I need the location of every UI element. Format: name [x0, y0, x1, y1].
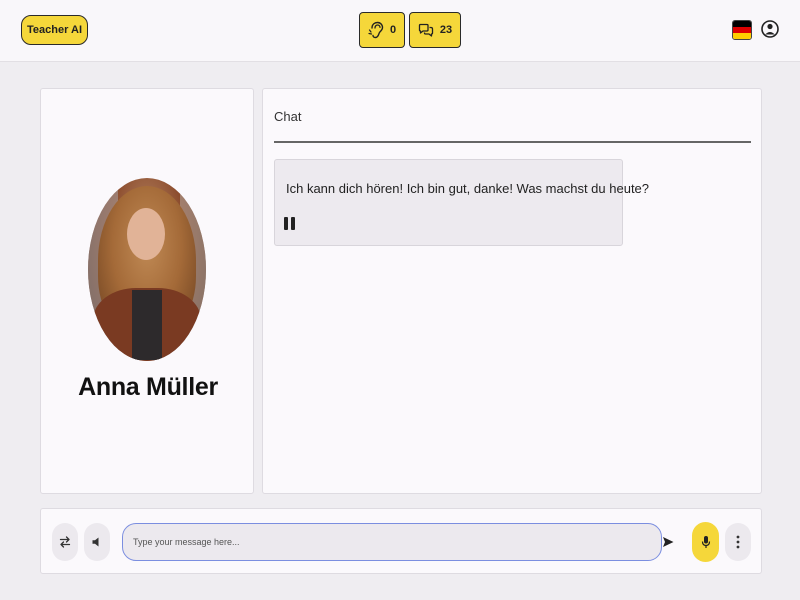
message-input[interactable] — [122, 523, 662, 561]
chat-message: Ich kann dich hören! Ich bin gut, danke!… — [274, 159, 649, 246]
more-vertical-icon — [736, 535, 740, 549]
chat-panel: Chat Ich kann dich hören! Ich bin gut, d… — [262, 88, 762, 494]
tutor-profile-panel: Anna Müller — [40, 88, 254, 494]
more-options-button[interactable] — [725, 523, 751, 561]
chat-counter-button[interactable]: 23 — [409, 12, 461, 48]
chat-divider — [274, 141, 751, 143]
tutor-name: Anna Müller — [78, 373, 218, 401]
send-icon — [663, 537, 674, 547]
pause-bar-left — [284, 217, 288, 230]
flag-stripe-gold — [733, 33, 751, 39]
ear-icon — [368, 21, 384, 39]
pause-icon[interactable] — [284, 217, 296, 231]
swap-button[interactable] — [52, 523, 78, 561]
teacher-ai-button[interactable]: Teacher AI — [21, 15, 88, 45]
speaker-button[interactable] — [84, 523, 110, 561]
top-bar: Teacher AI 0 23 — [0, 0, 800, 62]
user-circle-icon[interactable] — [761, 18, 779, 40]
chat-bubbles-icon — [418, 23, 434, 37]
speaker-icon — [92, 537, 99, 547]
microphone-icon — [701, 536, 710, 548]
avatar-top — [132, 290, 162, 360]
tutor-avatar — [88, 178, 206, 361]
chat-count: 23 — [439, 24, 453, 36]
pause-bar-right — [291, 217, 295, 230]
teacher-ai-label: Teacher AI — [26, 24, 83, 36]
germany-flag-icon[interactable] — [732, 20, 752, 40]
chat-message-text: Ich kann dich hören! Ich bin gut, danke!… — [286, 181, 650, 196]
chat-title: Chat — [274, 109, 302, 124]
swap-arrows-icon — [59, 536, 71, 548]
avatar-face — [127, 208, 165, 260]
send-button[interactable] — [655, 523, 681, 561]
microphone-button[interactable] — [692, 522, 719, 562]
listen-counter-button[interactable]: 0 — [359, 12, 405, 48]
listen-count: 0 — [389, 24, 397, 36]
composer-bar — [40, 508, 762, 574]
